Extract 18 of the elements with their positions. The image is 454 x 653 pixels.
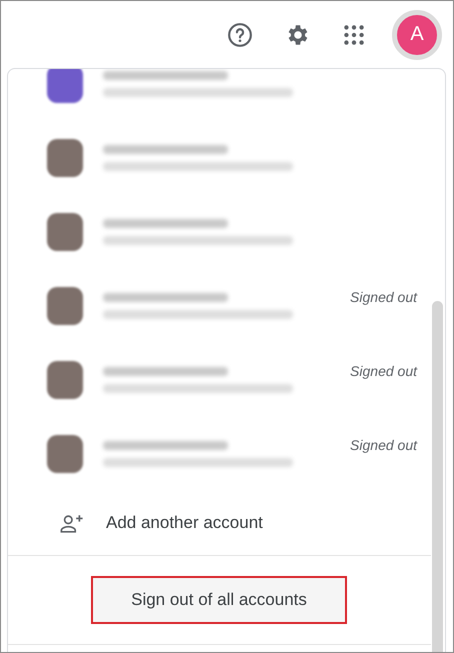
avatar-placeholder bbox=[47, 361, 83, 399]
add-account-link[interactable]: Add another account bbox=[106, 513, 263, 533]
account-avatar[interactable]: A bbox=[392, 10, 442, 60]
avatar-placeholder bbox=[47, 287, 83, 325]
signed-out-label: Signed out bbox=[350, 437, 417, 453]
help-icon[interactable] bbox=[227, 22, 253, 48]
account-item[interactable]: Signed out bbox=[8, 343, 445, 417]
avatar-placeholder bbox=[47, 69, 83, 103]
account-item[interactable]: Signed out bbox=[8, 269, 445, 343]
add-person-icon bbox=[60, 512, 84, 534]
account-item[interactable]: Signed out bbox=[8, 417, 445, 491]
avatar-placeholder bbox=[47, 139, 83, 177]
signed-out-label: Signed out bbox=[350, 363, 417, 379]
signed-out-label: Signed out bbox=[350, 289, 417, 305]
sign-out-button[interactable]: Sign out of all accounts bbox=[91, 576, 347, 624]
scrollbar-thumb[interactable] bbox=[432, 301, 443, 652]
avatar-placeholder bbox=[47, 435, 83, 473]
avatar-placeholder bbox=[47, 213, 83, 251]
